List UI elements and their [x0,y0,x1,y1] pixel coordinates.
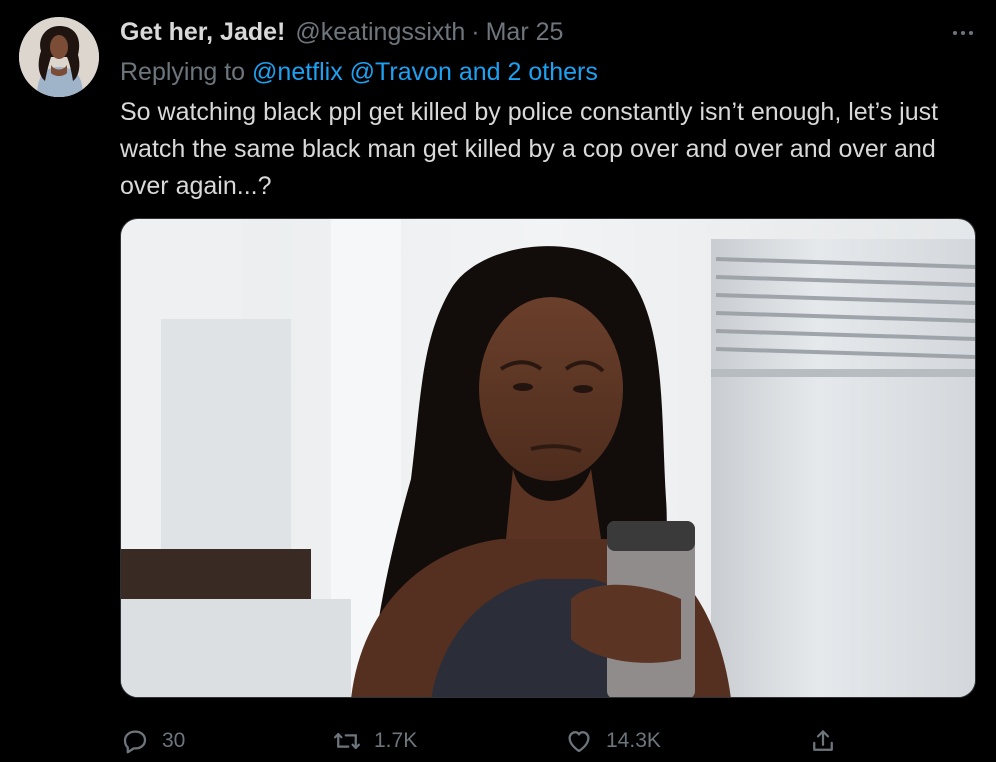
tweet-media-image[interactable] [120,218,976,698]
retweet-button[interactable]: 1.7K [332,722,417,760]
display-name[interactable]: Get her, Jade! [120,18,285,47]
more-dot [969,31,973,35]
mention-link[interactable]: @netflix [252,58,343,86]
reply-bubble-icon [123,730,147,754]
reply-button[interactable]: 30 [120,722,185,760]
retweet-icon [334,733,360,749]
more-dot [961,31,965,35]
retweet-count: 1.7K [374,729,418,752]
mention-link[interactable]: @Travon and 2 others [350,58,598,86]
tweet-header: Get her, Jade! @keatingssixth · Mar 25 [120,18,563,48]
avatar[interactable] [19,17,99,97]
tweet-actions: 30 1.7K 14.3K [0,722,996,760]
heart-icon [568,731,590,753]
more-options-button[interactable] [946,20,980,46]
user-handle[interactable]: @keatingssixth [295,18,465,47]
more-horizontal-icon [953,31,957,35]
tweet-text: So watching black ppl get killed by poli… [120,98,939,200]
share-button[interactable] [808,722,838,760]
replying-to-label: Replying to [120,58,246,86]
tweet-date[interactable]: Mar 25 [486,18,564,47]
separator-dot: · [471,18,480,46]
like-count: 14.3K [606,729,661,752]
media-photo [121,219,975,697]
replying-to-line: Replying to @netflix @Travon and 2 other… [120,58,598,87]
avatar-image [19,17,99,97]
like-button[interactable]: 14.3K [564,722,661,760]
share-upload-icon [813,730,833,751]
reply-count: 30 [162,729,186,752]
